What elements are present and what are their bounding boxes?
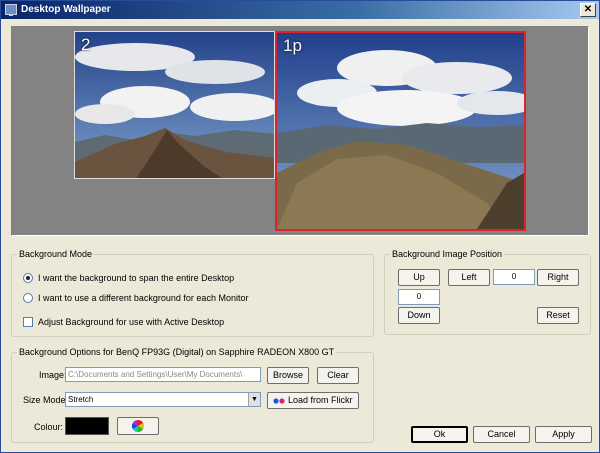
per-monitor-radio[interactable] [23, 293, 33, 303]
colour-wheel-icon [131, 419, 145, 432]
desktop-wallpaper-window: Desktop Wallpaper ✕ 2 1p Background Mode… [0, 0, 600, 453]
title-bar: Desktop Wallpaper ✕ [1, 1, 599, 19]
browse-button[interactable]: Browse [267, 367, 309, 384]
right-button[interactable]: Right [537, 269, 579, 286]
active-desktop-checkbox[interactable] [23, 317, 33, 327]
apply-button[interactable]: Apply [535, 426, 592, 443]
colour-label: Colour: [34, 422, 64, 432]
size-mode-label: Size Mode: [23, 395, 69, 405]
span-desktop-label[interactable]: I want the background to span the entire… [38, 273, 234, 283]
window-title: Desktop Wallpaper [21, 4, 111, 15]
monitor-2-number: 2 [81, 35, 91, 54]
image-position-legend: Background Image Position [392, 249, 503, 259]
ok-button[interactable]: Ok [411, 426, 468, 443]
vertical-offset-field[interactable]: 0 [398, 289, 440, 305]
close-button[interactable]: ✕ [580, 3, 596, 17]
monitor-2-preview[interactable]: 2 [74, 31, 275, 179]
reset-button[interactable]: Reset [537, 307, 579, 324]
colour-swatch [65, 417, 109, 435]
image-path-field[interactable]: C:\Documents and Settings\User\My Docume… [65, 367, 261, 382]
size-mode-select[interactable]: Stretch ▼ [65, 392, 261, 407]
active-desktop-label[interactable]: Adjust Background for use with Active De… [38, 317, 224, 327]
size-mode-value: Stretch [68, 395, 94, 404]
horizontal-offset-field[interactable]: 0 [493, 269, 535, 285]
cancel-button[interactable]: Cancel [473, 426, 530, 443]
per-monitor-label[interactable]: I want to use a different background for… [38, 293, 248, 303]
monitor-preview-area: 2 1p [11, 26, 589, 236]
left-button[interactable]: Left [448, 269, 490, 286]
down-button[interactable]: Down [398, 307, 440, 324]
up-button[interactable]: Up [398, 269, 440, 286]
chevron-down-icon[interactable]: ▼ [248, 393, 260, 406]
monitor-1-number: 1p [283, 36, 302, 55]
monitor-icon [5, 4, 17, 16]
load-from-flickr-label: Load from Flickr [287, 395, 353, 405]
span-desktop-radio[interactable] [23, 273, 33, 283]
background-options-legend: Background Options for BenQ FP93G (Digit… [19, 347, 335, 357]
wallpaper-thumbnail-1 [277, 33, 524, 229]
colour-picker-button[interactable] [117, 417, 159, 435]
load-from-flickr-button[interactable]: Load from Flickr [267, 392, 359, 409]
clear-button[interactable]: Clear [317, 367, 359, 384]
image-label: Image: [39, 370, 67, 380]
background-mode-legend: Background Mode [19, 249, 93, 259]
monitor-1-preview[interactable]: 1p [275, 31, 526, 231]
flickr-icon [273, 398, 286, 404]
wallpaper-thumbnail-2 [75, 32, 274, 178]
